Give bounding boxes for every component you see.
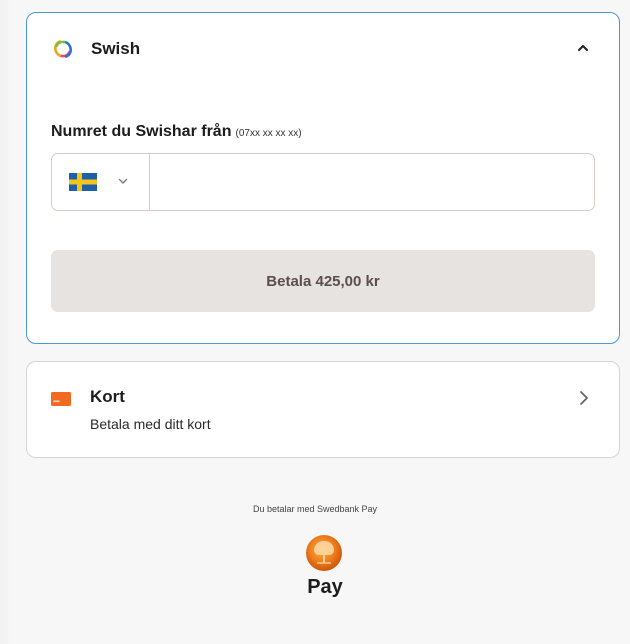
swish-card-header[interactable]: Swish (27, 13, 619, 85)
swedbank-oak-logo (306, 535, 342, 571)
swish-payment-card: Swish Numret du Swishar från (07xx xx xx … (26, 12, 620, 344)
country-code-select[interactable] (52, 154, 150, 210)
card-option-subtitle: Betala med ditt kort (90, 416, 211, 432)
swish-logo-icon (54, 40, 72, 58)
phone-number-group (51, 153, 595, 211)
chevron-right-icon[interactable] (579, 390, 589, 406)
pay-button[interactable]: Betala 425,00 kr (51, 250, 595, 312)
swish-title: Swish (91, 39, 141, 58)
phone-format-hint: (07xx xx xx xx) (235, 128, 302, 139)
sweden-flag-icon (69, 173, 97, 191)
card-payment-option[interactable]: Kort Betala med ditt kort (26, 361, 620, 458)
chevron-down-icon (118, 178, 128, 184)
phone-field-label: Numret du Swishar från (07xx xx xx xx) (51, 123, 302, 141)
swedbank-pay-label: Pay (307, 576, 343, 598)
payment-provider-text: Du betalar med Swedbank Pay (252, 504, 378, 514)
phone-field-label-text: Numret du Swishar från (51, 123, 232, 140)
credit-card-icon (51, 392, 71, 406)
payment-page: Swish Numret du Swishar från (07xx xx xx … (0, 0, 630, 644)
chevron-up-icon[interactable] (577, 43, 589, 53)
phone-number-input[interactable] (150, 154, 594, 210)
card-option-title: Kort (90, 387, 125, 406)
